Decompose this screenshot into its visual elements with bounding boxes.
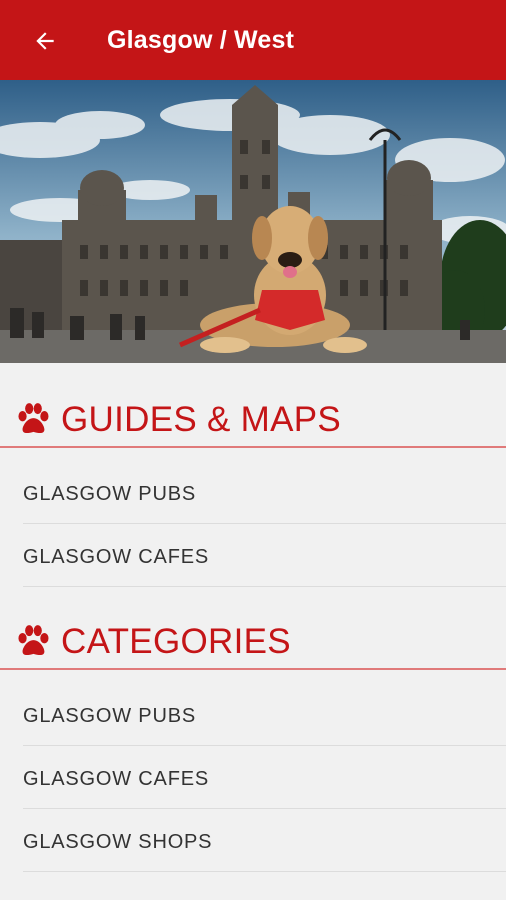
list-item-label: GLASGOW PUBS	[23, 483, 196, 505]
paw-icon	[18, 625, 49, 656]
list-item-glasgow-pubs[interactable]: GLASGOW PUBS	[0, 462, 506, 524]
section-header: CATEGORIES	[0, 620, 506, 670]
divider	[23, 745, 506, 746]
list-item-label: GLASGOW CAFES	[23, 546, 209, 568]
divider	[23, 808, 506, 809]
list-item-label: GLASGOW SHOPS	[23, 831, 213, 853]
back-button[interactable]	[28, 24, 62, 58]
divider	[23, 523, 506, 524]
section-header: GUIDES & MAPS	[0, 398, 506, 448]
section-title: CATEGORIES	[61, 622, 291, 661]
app-bar: Glasgow / West	[0, 0, 506, 80]
divider	[23, 871, 506, 872]
hero-image	[0, 80, 506, 363]
list-item-label: GLASGOW CAFES	[23, 768, 209, 790]
list-item-glasgow-cafes[interactable]: GLASGOW CAFES	[0, 747, 506, 809]
list-item-glasgow-shops[interactable]: GLASGOW SHOPS	[0, 810, 506, 872]
list-item-glasgow-pubs[interactable]: GLASGOW PUBS	[0, 684, 506, 746]
page-title: Glasgow / West	[107, 26, 295, 54]
list-item-glasgow-cafes[interactable]: GLASGOW CAFES	[0, 525, 506, 587]
list-item-label: GLASGOW PUBS	[23, 705, 196, 727]
divider	[23, 586, 506, 587]
section-title: GUIDES & MAPS	[61, 400, 342, 439]
arrow-back-icon	[36, 32, 54, 50]
paw-icon	[18, 403, 49, 434]
